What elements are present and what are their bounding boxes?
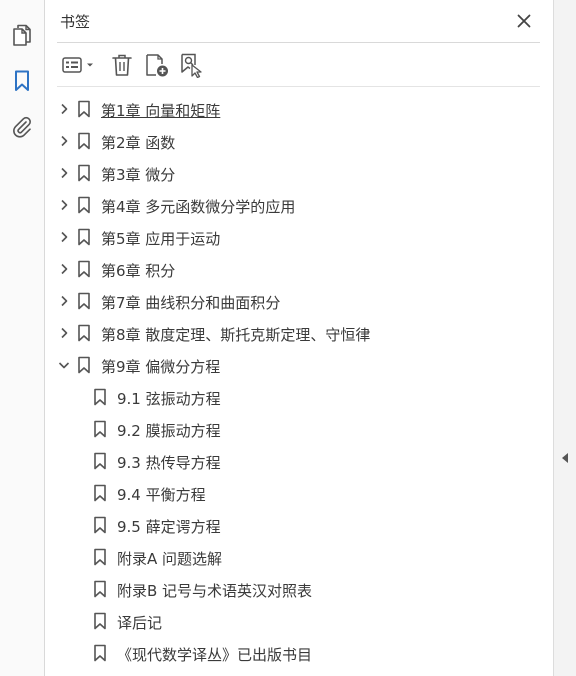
bookmark-label: 9.4 平衡方程 [117, 486, 206, 504]
expand-toggle[interactable] [56, 325, 72, 341]
new-bookmark-button[interactable] [143, 50, 171, 80]
panel-title: 书签 [60, 13, 91, 31]
bookmark-row[interactable]: 第8章 散度定理、斯托克斯定理、守恒律 [45, 317, 553, 349]
bookmark-label: 第3章 微分 [101, 166, 176, 184]
child-bookmark-row[interactable]: 9.1 弦振动方程 [45, 381, 553, 413]
child-bookmark-row[interactable]: 译后记 [45, 605, 553, 637]
expand-toggle[interactable] [56, 165, 72, 181]
expand-toggle[interactable] [56, 293, 72, 309]
options-menu-button[interactable] [59, 50, 97, 80]
expand-toggle[interactable] [56, 229, 72, 245]
bookmark-icon [15, 70, 29, 91]
attachment-icon [13, 116, 31, 138]
attachments-panel-button[interactable] [6, 111, 38, 143]
panel-splitter[interactable] [553, 0, 576, 676]
bookmark-label: 第2章 函数 [101, 134, 176, 152]
bookmark-label: 《现代数学译丛》已出版书目 [117, 646, 313, 664]
chevron-right-icon [61, 263, 68, 275]
bookmark-icon [78, 100, 90, 118]
bookmark-icon [94, 452, 106, 470]
bookmark-row[interactable]: 第7章 曲线积分和曲面积分 [45, 285, 553, 317]
bookmark-row[interactable]: 第1章 向量和矩阵 [45, 93, 553, 125]
bookmark-label: 第8章 散度定理、斯托克斯定理、守恒律 [101, 326, 371, 344]
expand-toggle[interactable] [56, 101, 72, 117]
options-menu-icon [62, 57, 93, 73]
close-icon [517, 14, 531, 28]
chevron-right-icon [61, 167, 68, 179]
child-bookmark-row[interactable]: 附录B 记号与术语英汉对照表 [45, 573, 553, 605]
bookmark-label: 第6章 积分 [101, 262, 176, 280]
bookmark-row[interactable]: 第9章 偏微分方程 [45, 349, 553, 381]
bookmark-icon [94, 516, 106, 534]
bookmark-label: 第4章 多元函数微分学的应用 [101, 198, 296, 216]
bookmark-row[interactable]: 第3章 微分 [45, 157, 553, 189]
bookmark-row[interactable]: 第4章 多元函数微分学的应用 [45, 189, 553, 221]
bookmarks-window: 书签 第1章 向量和矩阵 第2章 函数 第3章 微分 第4章 多元函数微分学的应… [0, 0, 576, 676]
close-button[interactable] [511, 8, 537, 34]
bookmark-label: 9.1 弦振动方程 [117, 390, 221, 408]
child-bookmark-row[interactable]: 9.2 膜振动方程 [45, 413, 553, 445]
bookmark-icon [94, 580, 106, 598]
expand-toggle[interactable] [56, 197, 72, 213]
toolbar-divider [57, 86, 540, 87]
triangle-left-icon [562, 453, 568, 463]
new-bookmark-icon [146, 54, 168, 77]
bookmark-icon [94, 388, 106, 406]
collapse-panel-button[interactable] [559, 449, 571, 467]
bookmark-label: 9.2 膜振动方程 [117, 422, 221, 440]
chevron-right-icon [61, 295, 68, 307]
bookmark-icon [94, 548, 106, 566]
chevron-right-icon [61, 231, 68, 243]
bookmark-from-selection-icon [181, 53, 202, 78]
child-bookmark-row[interactable]: 附录A 问题选解 [45, 541, 553, 573]
bookmark-icon [94, 612, 106, 630]
bookmark-icon [78, 132, 90, 150]
bookmark-label: 第1章 向量和矩阵 [101, 102, 221, 120]
chevron-right-icon [61, 135, 68, 147]
bookmark-from-selection-button[interactable] [177, 50, 205, 80]
bookmark-icon [78, 164, 90, 182]
bookmark-icon [78, 260, 90, 278]
child-bookmark-row[interactable]: 9.4 平衡方程 [45, 477, 553, 509]
bookmark-label: 9.3 热传导方程 [117, 454, 221, 472]
bookmark-row[interactable]: 第6章 积分 [45, 253, 553, 285]
chevron-down-icon [58, 362, 70, 369]
bookmark-icon [94, 420, 106, 438]
chevron-right-icon [61, 103, 68, 115]
child-bookmark-row[interactable]: 《现代数学译丛》已出版书目 [45, 637, 553, 669]
bookmark-label: 第5章 应用于运动 [101, 230, 221, 248]
bookmark-icon [94, 484, 106, 502]
page-thumbnails-button[interactable] [6, 19, 38, 51]
bookmark-row[interactable]: 第2章 函数 [45, 125, 553, 157]
navigation-rail [0, 0, 45, 676]
bookmark-tree: 第1章 向量和矩阵 第2章 函数 第3章 微分第4章 多元函数微分学的应用 第5章 应… [45, 93, 553, 669]
expand-toggle[interactable] [56, 133, 72, 149]
delete-icon [112, 54, 132, 76]
title-divider [57, 42, 540, 43]
child-bookmark-row[interactable]: 9.3 热传导方程 [45, 445, 553, 477]
bookmark-label: 第9章 偏微分方程 [101, 358, 221, 376]
bookmark-label: 译后记 [117, 614, 163, 632]
bookmarks-panel-button[interactable] [6, 65, 38, 97]
chevron-right-icon [61, 199, 68, 211]
bookmark-row[interactable]: 第5章 应用于运动 [45, 221, 553, 253]
bookmark-label: 第7章 曲线积分和曲面积分 [101, 294, 281, 312]
chevron-right-icon [61, 327, 68, 339]
bookmark-icon [78, 324, 90, 342]
bookmarks-panel: 书签 第1章 向量和矩阵 第2章 函数 第3章 微分 第4章 多元函数微分学的应… [45, 0, 553, 676]
bookmark-icon [78, 196, 90, 214]
expand-toggle[interactable] [56, 261, 72, 277]
bookmarks-toolbar [57, 50, 540, 80]
bookmark-icon [78, 228, 90, 246]
bookmark-label: 附录B 记号与术语英汉对照表 [117, 582, 313, 600]
bookmark-icon [78, 292, 90, 310]
pages-icon [13, 24, 31, 46]
delete-bookmark-button[interactable] [109, 50, 135, 80]
bookmark-label: 附录A 问题选解 [117, 550, 223, 568]
bookmark-icon [94, 644, 106, 662]
bookmark-label: 9.5 薛定谔方程 [117, 518, 221, 536]
child-bookmark-row[interactable]: 9.5 薛定谔方程 [45, 509, 553, 541]
bookmark-icon [78, 356, 90, 374]
collapse-toggle[interactable] [56, 357, 72, 373]
